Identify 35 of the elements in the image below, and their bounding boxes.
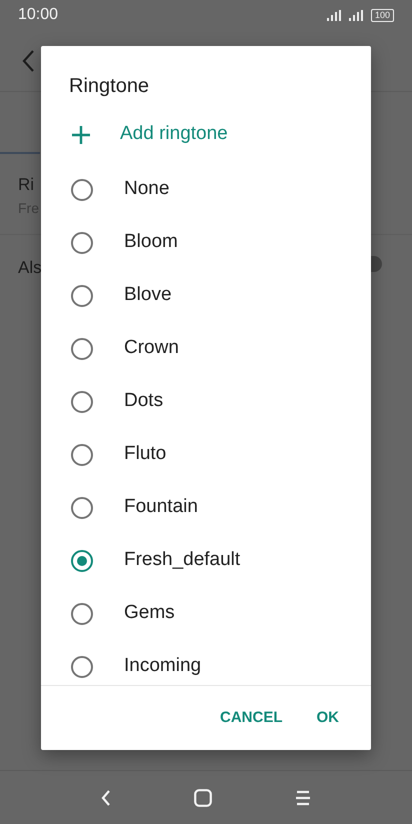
radio-button[interactable] [71,232,93,254]
dialog-button[interactable]: CANCEL [210,698,292,738]
radio-button[interactable] [71,444,93,466]
ringtone-option[interactable]: Blove [41,269,371,322]
ringtone-option[interactable]: Fountain [41,481,371,534]
dialog-title: Ringtone [68,74,150,99]
back-icon[interactable] [22,50,34,72]
signal-icon [326,10,341,20]
radio-button[interactable] [71,178,93,200]
ringtone-option[interactable]: Incoming [41,640,371,685]
ringtone-option[interactable]: Fluto [41,428,371,481]
dialog-button[interactable]: OK [306,698,349,738]
ringtone-option[interactable]: Fresh_default [41,534,371,587]
battery-level: 100 [370,8,394,22]
signal-icon [348,10,363,20]
plus-icon [72,126,90,144]
tab-indicator [0,152,40,154]
ringtone-option[interactable]: Dots [41,375,371,428]
radio-button[interactable] [71,338,93,360]
setting-title: Als [18,256,42,278]
radio-button[interactable] [71,656,93,678]
setting-title: Ri [18,174,34,196]
radio-button[interactable] [71,390,93,412]
ringtone-option[interactable]: Gems [41,587,371,640]
radio-button[interactable] [71,550,93,572]
radio-button[interactable] [71,496,93,518]
radio-button[interactable] [71,284,93,306]
ringtone-option[interactable]: Bloom [41,216,371,269]
menu-icon[interactable] [294,790,311,806]
ringtone-option[interactable]: Crown [41,322,371,375]
ringtone-option[interactable]: None [41,163,371,216]
clock-time: 10:00 [18,5,58,25]
home-icon[interactable] [194,788,212,806]
radio-button[interactable] [71,602,93,624]
add-ringtone-button[interactable]: Add ringtone [41,107,371,162]
